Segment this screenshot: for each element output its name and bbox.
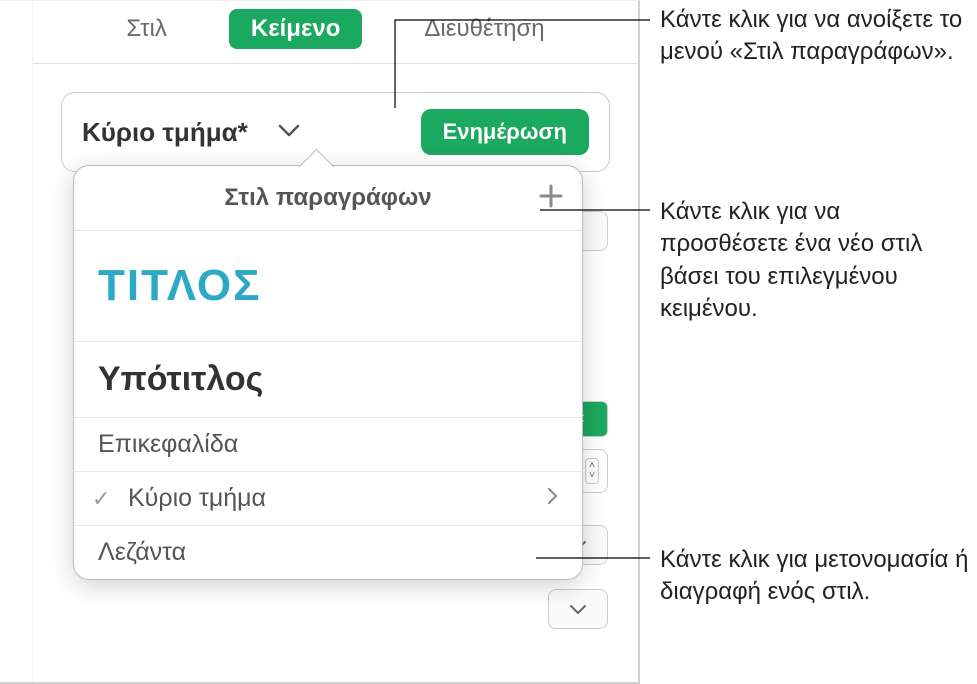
callout-rename-delete: Κάντε κλικ για μετονομασία ή διαγραφή εν… xyxy=(660,544,970,609)
inspector-panel: Στιλ Κείμενο Διευθέτηση Κύριο τμήμα* Ενη… xyxy=(0,0,640,684)
callout-add-style: Κάντε κλικ για να προσθέσετε ένα νέο στι… xyxy=(660,196,970,326)
style-item-heading[interactable]: Επικεφαλίδα xyxy=(74,418,582,472)
style-item-title[interactable]: ΤΙΤΛΟΣ xyxy=(74,231,582,342)
style-item-caption[interactable]: Λεζάντα xyxy=(74,526,582,579)
paragraph-style-row: Κύριο τμήμα* Ενημέρωση xyxy=(61,92,610,172)
chevron-down-icon[interactable] xyxy=(278,123,300,142)
style-list: ΤΙΤΛΟΣ Υπότιτλος Επικεφαλίδα ✓ Κύριο τμή… xyxy=(74,231,582,579)
add-style-button[interactable] xyxy=(538,182,564,214)
style-item-subtitle[interactable]: Υπότιτλος xyxy=(74,342,582,418)
bg-disclosure-2[interactable] xyxy=(548,589,608,629)
popover-title: Στιλ παραγράφων xyxy=(224,184,431,212)
tab-arrange[interactable]: Διευθέτηση xyxy=(402,9,566,49)
popover-header: Στιλ παραγράφων xyxy=(74,166,582,231)
tab-style[interactable]: Στιλ xyxy=(104,9,189,49)
inspector-tabs: Στιλ Κείμενο Διευθέτηση xyxy=(33,1,638,64)
chevron-right-icon[interactable] xyxy=(546,486,558,512)
style-item-body-label: Κύριο τμήμα xyxy=(128,484,266,513)
style-item-body[interactable]: ✓ Κύριο τμήμα xyxy=(74,472,582,526)
current-style-name[interactable]: Κύριο τμήμα* xyxy=(82,117,248,148)
paragraph-styles-popover: Στιλ παραγράφων ΤΙΤΛΟΣ Υπότιτλος Επικεφα… xyxy=(73,165,583,580)
callout-open-menu: Κάντε κλικ για να ανοίξετε το μενού «Στι… xyxy=(660,4,970,69)
tab-text[interactable]: Κείμενο xyxy=(229,9,362,49)
stepper-arrows-icon[interactable]: ˄˅ xyxy=(585,458,599,484)
update-button[interactable]: Ενημέρωση xyxy=(421,109,589,155)
check-icon: ✓ xyxy=(92,486,110,512)
